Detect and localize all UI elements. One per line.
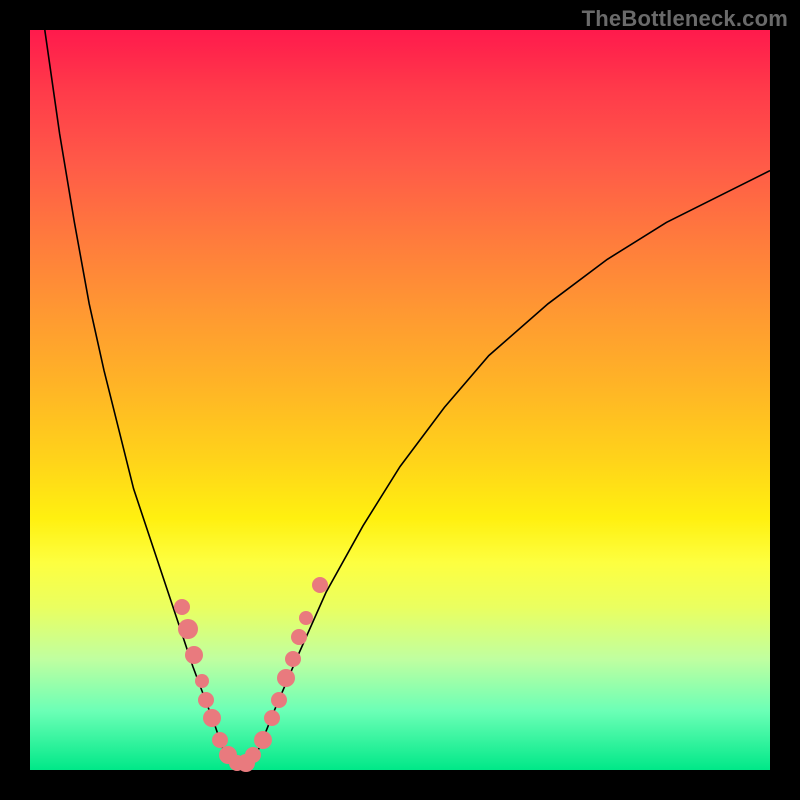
watermark-text: TheBottleneck.com xyxy=(582,6,788,32)
data-marker xyxy=(195,674,209,688)
chart-stage: TheBottleneck.com xyxy=(0,0,800,800)
data-marker xyxy=(254,731,272,749)
data-marker xyxy=(277,669,295,687)
data-marker xyxy=(299,611,313,625)
data-marker xyxy=(203,709,221,727)
data-marker xyxy=(174,599,190,615)
data-marker xyxy=(178,619,198,639)
data-marker xyxy=(291,629,307,645)
data-marker xyxy=(312,577,328,593)
curve-svg xyxy=(30,30,770,770)
data-marker xyxy=(285,651,301,667)
data-marker xyxy=(271,692,287,708)
data-marker xyxy=(198,692,214,708)
data-marker xyxy=(185,646,203,664)
curve-left-branch xyxy=(45,30,223,748)
data-marker xyxy=(245,747,261,763)
plot-area xyxy=(30,30,770,770)
data-marker xyxy=(264,710,280,726)
curve-right-branch xyxy=(259,171,770,748)
